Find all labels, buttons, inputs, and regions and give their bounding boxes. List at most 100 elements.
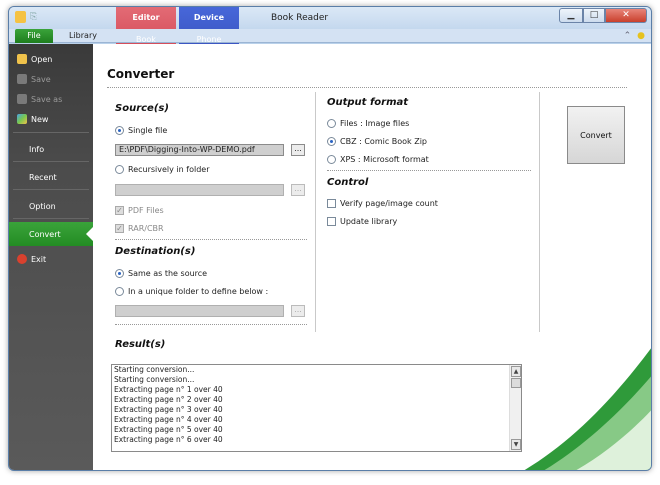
context-editor-title: Editor	[132, 13, 160, 22]
title-divider	[107, 87, 627, 88]
sidebar-item-option[interactable]: Option	[9, 199, 93, 213]
single-file-radio[interactable]: Single file	[115, 126, 167, 135]
backstage-sidebar: Open Save Save as New Info Recent Option…	[9, 44, 93, 470]
update-library-checkbox[interactable]: Update library	[327, 217, 397, 226]
pdf-files-checkbox[interactable]: ✓ PDF Files	[115, 206, 164, 215]
section-divider	[115, 239, 307, 240]
sidebar-item-info[interactable]: Info	[9, 142, 93, 156]
sidebar-item-label: Exit	[31, 254, 47, 264]
ribbon-collapse-icon[interactable]: ⌃	[624, 31, 632, 41]
files-format-radio[interactable]: Files : Image files	[327, 119, 409, 128]
tab-book[interactable]: Book	[116, 35, 176, 44]
sidebar-item-label: Save	[31, 74, 51, 84]
log-line: Starting conversion...	[114, 375, 195, 384]
sidebar-item-label: Open	[31, 54, 53, 64]
xps-format-label: XPS : Microsoft format	[340, 155, 429, 164]
app-logo-icon	[15, 11, 26, 23]
folder-icon	[17, 54, 27, 64]
sidebar-item-convert[interactable]: Convert	[9, 222, 93, 246]
sidebar-item-new[interactable]: New	[9, 112, 93, 126]
log-line: Extracting page n° 5 over 40	[114, 425, 223, 434]
section-divider	[115, 324, 307, 325]
control-title: Control	[327, 177, 369, 188]
cbz-format-radio[interactable]: CBZ : Comic Book Zip	[327, 137, 427, 146]
scroll-down-icon[interactable]: ▼	[511, 439, 521, 450]
save-icon	[17, 74, 27, 84]
single-file-label: Single file	[128, 126, 168, 135]
pdf-files-label: PDF Files	[128, 206, 164, 215]
sidebar-divider	[13, 218, 89, 219]
rar-cbr-checkbox[interactable]: ✓ RAR/CBR	[115, 224, 164, 233]
sidebar-item-exit[interactable]: Exit	[9, 252, 93, 266]
recursive-folder-label: Recursively in folder	[128, 165, 210, 174]
radio-dot	[115, 269, 124, 278]
result-title: Result(s)	[115, 339, 166, 350]
checkbox-box: ✓	[115, 206, 124, 215]
output-format-title: Output format	[327, 97, 409, 108]
source-title: Source(s)	[115, 103, 169, 114]
radio-dot	[115, 165, 124, 174]
close-button[interactable]: ✕	[605, 8, 647, 23]
log-line: Extracting page n° 3 over 40	[114, 405, 223, 414]
sidebar-item-save-as[interactable]: Save as	[9, 92, 93, 106]
rar-cbr-label: RAR/CBR	[128, 224, 164, 233]
window-controls: ▁ □ ✕	[559, 8, 647, 23]
log-line: Extracting page n° 6 over 40	[114, 435, 223, 444]
xps-format-radio[interactable]: XPS : Microsoft format	[327, 155, 429, 164]
scroll-up-icon[interactable]: ▲	[511, 366, 521, 377]
radio-dot	[327, 137, 336, 146]
checkbox-box: ✓	[115, 224, 124, 233]
unique-folder-label: In a unique folder to define below :	[128, 287, 269, 296]
log-line: Starting conversion...	[114, 365, 195, 374]
save-as-icon	[17, 94, 27, 104]
tab-library[interactable]: Library	[69, 29, 97, 43]
sidebar-divider	[13, 189, 89, 190]
checkbox-box	[327, 199, 336, 208]
update-library-label: Update library	[340, 217, 398, 226]
ribbon-right-controls: ⌃ ●	[624, 31, 645, 41]
radio-dot	[115, 126, 124, 135]
page-title: Converter	[107, 67, 175, 81]
radio-dot	[115, 287, 124, 296]
radio-dot	[327, 119, 336, 128]
verify-count-label: Verify page/image count	[340, 199, 438, 208]
section-divider	[327, 170, 531, 171]
source-path-input[interactable]: E:\PDF\Digging-Into-WP-DEMO.pdf	[115, 144, 284, 156]
result-log[interactable]: Starting conversion... Starting conversi…	[111, 364, 522, 452]
source-browse-button[interactable]: ...	[291, 144, 305, 156]
unique-folder-radio[interactable]: In a unique folder to define below :	[115, 287, 268, 296]
destination-path-input[interactable]	[115, 305, 284, 317]
tab-phone[interactable]: Phone	[179, 35, 239, 44]
new-icon	[17, 114, 27, 124]
scroll-thumb[interactable]	[511, 378, 521, 388]
app-window: ⎘ Book Reader ▁ □ ✕ Editor Device File L…	[8, 6, 652, 471]
active-pointer-icon	[86, 227, 93, 241]
converter-panel: Converter Source(s) Single file E:\PDF\D…	[93, 44, 651, 470]
same-as-source-radio[interactable]: Same as the source	[115, 269, 207, 278]
help-bulb-icon[interactable]: ●	[637, 31, 645, 41]
recursive-folder-radio[interactable]: Recursively in folder	[115, 165, 209, 174]
verify-count-checkbox[interactable]: Verify page/image count	[327, 199, 438, 208]
decorative-swoosh	[524, 348, 651, 470]
window-title: Book Reader	[271, 13, 329, 23]
same-as-source-label: Same as the source	[128, 269, 208, 278]
title-bar: ⎘ Book Reader ▁ □ ✕	[9, 7, 651, 29]
sidebar-divider	[13, 161, 89, 162]
tab-file[interactable]: File	[15, 29, 53, 43]
sidebar-divider	[13, 132, 89, 133]
maximize-button[interactable]: □	[583, 8, 605, 23]
sidebar-item-label: New	[31, 114, 49, 124]
log-line: Extracting page n° 2 over 40	[114, 395, 223, 404]
convert-button[interactable]: Convert	[567, 106, 625, 164]
result-scrollbar[interactable]: ▲ ▼	[509, 365, 521, 451]
sidebar-item-recent[interactable]: Recent	[9, 170, 93, 184]
destination-browse-button[interactable]: ...	[291, 305, 305, 317]
sidebar-item-open[interactable]: Open	[9, 52, 93, 66]
sidebar-item-save[interactable]: Save	[9, 72, 93, 86]
quick-access-icon[interactable]: ⎘	[30, 12, 37, 22]
folder-path-input[interactable]	[115, 184, 284, 196]
log-line: Extracting page n° 1 over 40	[114, 385, 223, 394]
minimize-button[interactable]: ▁	[559, 8, 583, 23]
cbz-format-label: CBZ : Comic Book Zip	[340, 137, 428, 146]
folder-browse-button[interactable]: ...	[291, 184, 305, 196]
